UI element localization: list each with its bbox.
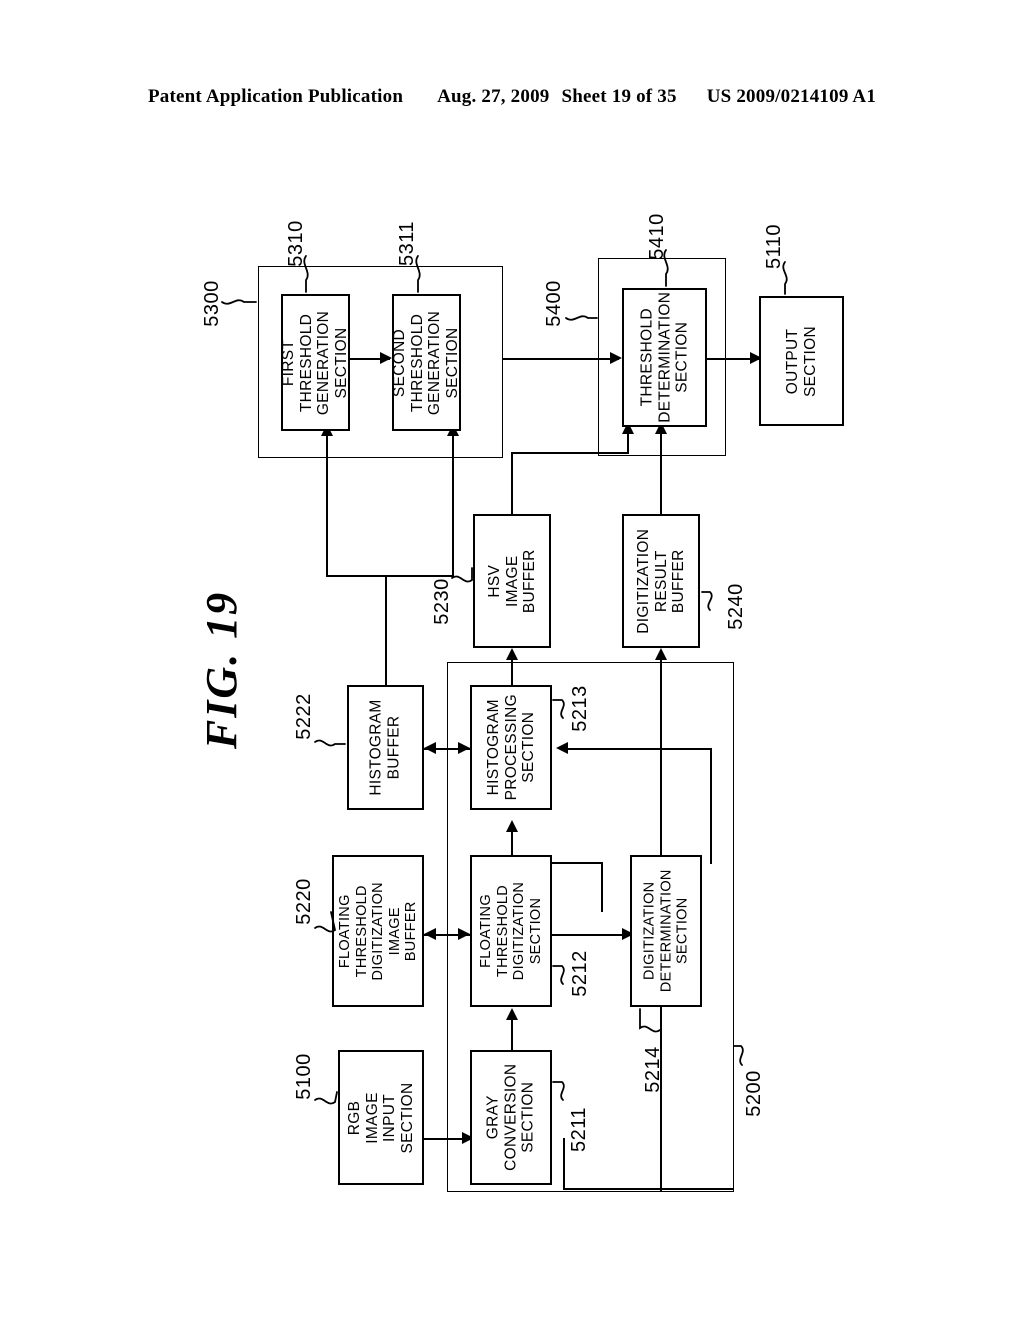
wire-histogram-buffer-up (385, 575, 388, 685)
block-second-threshold-generation-section[interactable]: SECOND THRESHOLD GENERATION SECTION (392, 294, 461, 431)
block-label-floating-threshold-digitization-section: FLOATING THRESHOLD DIGITIZATION SECTION (478, 881, 544, 981)
ref-numeral-5214: 5214 (641, 1046, 664, 1093)
arrowhead-histogram-to-hsv (506, 648, 518, 660)
ref-numeral-5310: 5310 (284, 220, 307, 267)
block-label-second-threshold-generation-section: SECOND THRESHOLD GENERATION SECTION (391, 310, 462, 415)
arrowhead-ftd-buffer-left (424, 928, 436, 940)
figure-canvas: FIG. 19 FIRST THRESHOLD GENERATION SECTI… (0, 0, 1024, 1320)
wire-histogram-fork (326, 575, 454, 578)
arrowhead-to-histogram-processing (506, 820, 518, 832)
ref-numeral-5200: 5200 (742, 1070, 765, 1117)
block-label-threshold-determination-section: THRESHOLD DETERMINATION SECTION (638, 291, 691, 424)
arrowhead-ftd-buffer-right (458, 928, 470, 940)
block-label-histogram-buffer: HISTOGRAM BUFFER (368, 699, 403, 796)
wire-fork-to-second-threshold (452, 432, 455, 577)
block-label-histogram-processing-section: HISTOGRAM PROCESSING SECTION (484, 694, 537, 801)
arrowhead-histogram-buffer-right (458, 742, 470, 754)
wire-second-threshold-to-determination (503, 358, 619, 361)
wire-ftd-to-digit-determination (552, 934, 630, 937)
ref-numeral-5110: 5110 (763, 223, 786, 270)
block-gray-conversion-section[interactable]: GRAY CONVERSION SECTION (470, 1050, 552, 1185)
wire-gray-bottom-bus (563, 1188, 733, 1191)
block-floating-threshold-digitization-section[interactable]: FLOATING THRESHOLD DIGITIZATION SECTION (470, 855, 552, 1007)
arrowhead-bus-to-digit-result-buffer (655, 648, 667, 660)
block-histogram-buffer[interactable]: HISTOGRAM BUFFER (347, 685, 424, 810)
block-digitization-result-buffer[interactable]: DIGITIZATION RESULT BUFFER (622, 514, 700, 648)
wire-fork-to-first-threshold (326, 432, 329, 577)
ref-numeral-5222: 5222 (292, 693, 315, 740)
ref-numeral-5213: 5213 (568, 685, 591, 732)
block-threshold-determination-section[interactable]: THRESHOLD DETERMINATION SECTION (622, 288, 707, 427)
arrowhead-digit-determination-feedback (556, 742, 568, 754)
arrowhead-gray-to-ftd-section (506, 1008, 518, 1020)
ref-numeral-5300: 5300 (200, 280, 223, 327)
block-histogram-processing-section[interactable]: HISTOGRAM PROCESSING SECTION (470, 685, 552, 810)
block-label-floating-threshold-digitization-image-buffer: FLOATING THRESHOLD DIGITIZATION IMAGE BU… (336, 881, 419, 981)
block-output-section[interactable]: OUTPUT SECTION (759, 296, 844, 426)
block-first-threshold-generation-section[interactable]: FIRST THRESHOLD GENERATION SECTION (281, 294, 350, 431)
block-floating-threshold-digitization-image-buffer[interactable]: FLOATING THRESHOLD DIGITIZATION IMAGE BU… (332, 855, 424, 1007)
ref-numeral-5220: 5220 (292, 878, 315, 925)
wire-digit-determination-feedback-v (710, 748, 713, 864)
ref-numeral-5100: 5100 (292, 1053, 315, 1100)
ref-numeral-5410: 5410 (645, 213, 668, 260)
block-label-output-section: OUTPUT SECTION (784, 325, 819, 397)
wire-digit-determination-feedback (562, 748, 712, 751)
ref-numeral-5311: 5311 (396, 220, 419, 267)
wire-hsv-up (511, 452, 514, 514)
ref-numeral-5212: 5212 (568, 950, 591, 997)
block-label-rgb-image-input-section: RGB IMAGE INPUT SECTION (346, 1082, 416, 1153)
wire-hsv-to-threshold-determination-h (511, 452, 629, 455)
ref-numeral-5240: 5240 (724, 583, 747, 630)
block-label-digitization-result-buffer: DIGITIZATION RESULT BUFFER (634, 528, 687, 634)
ref-numeral-5211: 5211 (568, 1106, 591, 1153)
ref-numeral-5230: 5230 (430, 578, 453, 625)
ref-numeral-5400: 5400 (542, 280, 565, 327)
block-rgb-image-input-section[interactable]: RGB IMAGE INPUT SECTION (338, 1050, 424, 1185)
wire-ftd-up (601, 862, 604, 912)
wire-gray-right-down (563, 1138, 566, 1190)
block-label-hsv-image-buffer: HSV IMAGE BUFFER (485, 549, 538, 613)
arrowhead-histogram-buffer-left (424, 742, 436, 754)
block-label-digitization-determination-section: DIGITIZATION DETERMINATION SECTION (641, 869, 691, 993)
block-hsv-image-buffer[interactable]: HSV IMAGE BUFFER (473, 514, 551, 648)
block-label-first-threshold-generation-section: FIRST THRESHOLD GENERATION SECTION (280, 310, 351, 415)
wire-digit-result-to-threshold-determination (660, 430, 663, 520)
block-digitization-determination-section[interactable]: DIGITIZATION DETERMINATION SECTION (630, 855, 702, 1007)
figure-title: FIG. 19 (197, 590, 246, 750)
block-label-gray-conversion-section: GRAY CONVERSION SECTION (484, 1063, 537, 1172)
arrowhead-second-threshold-to-determination (610, 352, 622, 364)
